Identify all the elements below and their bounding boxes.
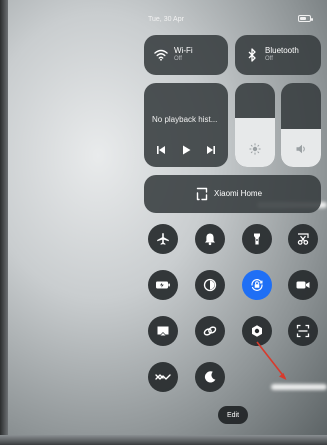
flashlight-toggle[interactable]	[242, 224, 272, 254]
notifications-toggle[interactable]	[195, 224, 225, 254]
battery-saver-toggle[interactable]	[148, 270, 178, 300]
video-camera-icon	[296, 281, 310, 289]
bluetooth-title: Bluetooth	[265, 46, 299, 55]
screenshot-toggle[interactable]	[288, 224, 318, 254]
device-frame-bottom	[0, 435, 327, 445]
scanner-toggle[interactable]	[288, 316, 318, 346]
cast-icon	[157, 326, 169, 336]
dark-mode-toggle[interactable]	[195, 362, 225, 392]
moon-icon	[204, 371, 216, 383]
wifi-icon	[154, 49, 168, 61]
edit-button[interactable]: Edit	[218, 406, 248, 424]
reading-mode-toggle[interactable]	[195, 270, 225, 300]
swap-icon	[155, 374, 171, 380]
bell-icon	[205, 233, 215, 246]
device-frame-left	[0, 0, 8, 445]
xiaomi-home-icon	[196, 187, 208, 201]
brightness-slider[interactable]	[235, 83, 275, 167]
media-status: No playback hist...	[152, 115, 218, 124]
bluetooth-icon	[248, 48, 256, 62]
next-icon[interactable]	[204, 143, 218, 157]
link-icon	[203, 326, 217, 336]
xiaomi-home-label: Xiaomi Home	[214, 189, 263, 198]
glare-reflection	[271, 384, 327, 390]
contrast-icon	[203, 278, 217, 292]
battery-icon	[298, 15, 313, 22]
wifi-state: Off	[174, 56, 182, 62]
cast-toggle[interactable]	[148, 316, 178, 346]
xiaomi-home-tile[interactable]: Xiaomi Home	[144, 175, 321, 213]
scissors-icon	[297, 233, 309, 245]
bluetooth-tile[interactable]: Bluetooth Off	[235, 35, 321, 75]
screen-recorder-toggle[interactable]	[288, 270, 318, 300]
play-icon[interactable]	[179, 143, 193, 157]
lock-rotation-icon	[251, 279, 263, 291]
airplane-icon	[157, 233, 169, 245]
airplane-mode-toggle[interactable]	[148, 224, 178, 254]
volume-slider[interactable]	[281, 83, 321, 167]
rotation-lock-toggle[interactable]	[242, 270, 272, 300]
speaker-icon	[296, 144, 305, 154]
swipe-toggle[interactable]	[148, 362, 178, 392]
link-toggle[interactable]	[195, 316, 225, 346]
sun-icon	[249, 143, 261, 155]
battery-icon	[156, 281, 170, 289]
wifi-tile[interactable]: Wi-Fi Off	[144, 35, 228, 75]
scan-icon	[296, 324, 310, 338]
flashlight-icon	[254, 233, 260, 245]
media-player-tile[interactable]: No playback hist...	[144, 83, 228, 167]
wifi-title: Wi-Fi	[174, 46, 193, 55]
status-date: Tue, 30 Apr	[148, 16, 184, 23]
bluetooth-state: Off	[265, 56, 273, 62]
previous-icon[interactable]	[154, 143, 168, 157]
camera-icon	[252, 325, 262, 337]
annotation-arrow	[256, 341, 287, 380]
